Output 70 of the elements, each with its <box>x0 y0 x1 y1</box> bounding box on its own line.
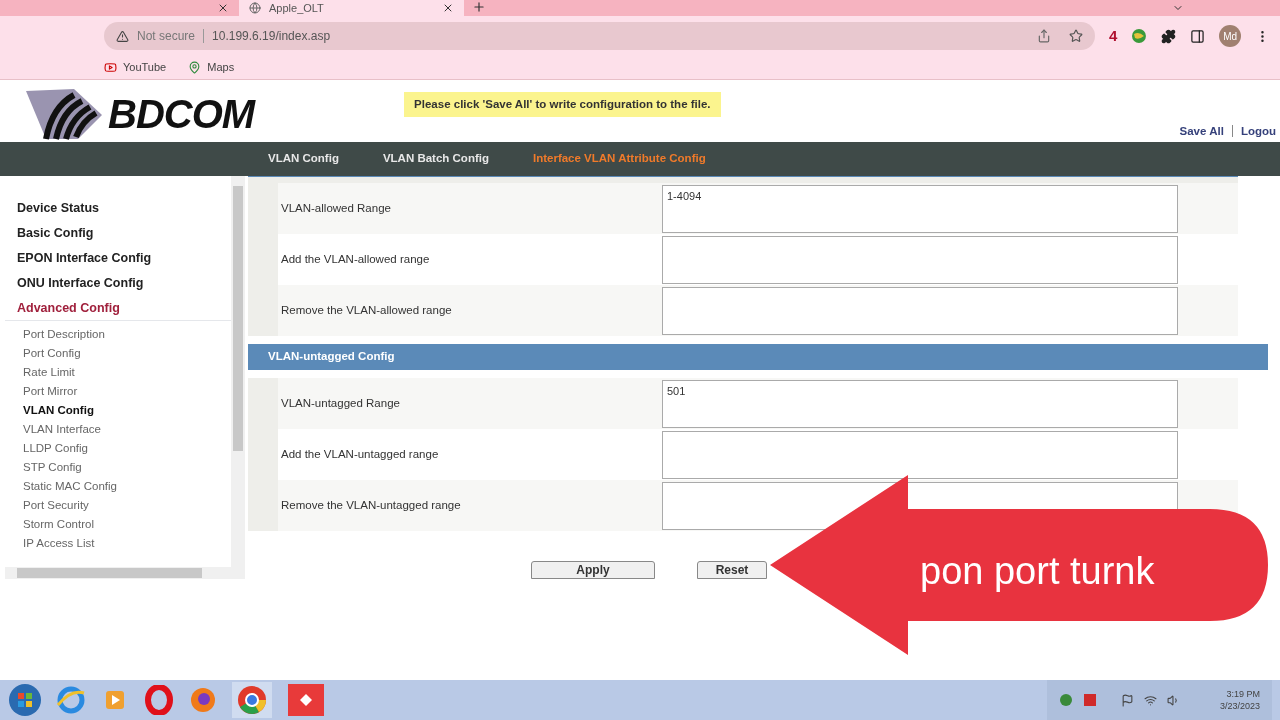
browser-app-icon[interactable] <box>56 685 86 715</box>
map-pin-icon <box>188 61 202 74</box>
field-label: Remove the VLAN-untagged range <box>280 497 462 513</box>
warning-icon <box>116 29 129 43</box>
field-label: Add the VLAN-allowed range <box>280 251 431 267</box>
share-icon[interactable] <box>1037 29 1051 43</box>
globe-icon <box>249 2 261 14</box>
sidebar-item[interactable]: Port Config <box>5 344 231 363</box>
field-label: Add the VLAN-untagged range <box>280 446 440 462</box>
side-panel-icon[interactable] <box>1190 28 1206 44</box>
address-bar[interactable]: Not secure 10.199.6.19/index.asp <box>104 22 1095 50</box>
sidebar-section[interactable]: Basic Config <box>5 221 231 246</box>
sidebar-item[interactable]: IP Access List <box>5 534 231 553</box>
url-text: 10.199.6.19/index.asp <box>212 28 332 45</box>
extensions-icon[interactable] <box>1161 28 1177 44</box>
extension-badge[interactable]: 4 <box>1109 24 1118 48</box>
wifi-icon[interactable] <box>1143 693 1157 707</box>
opera-icon[interactable] <box>144 685 174 715</box>
sidebar-item[interactable]: Static MAC Config <box>5 477 231 496</box>
flag-icon[interactable] <box>1120 693 1134 707</box>
range-textarea[interactable] <box>662 286 1178 335</box>
header-link[interactable]: Logou <box>1240 122 1276 140</box>
horizontal-scrollbar[interactable] <box>5 567 231 579</box>
close-icon[interactable] <box>217 2 229 14</box>
header-link[interactable]: Save All <box>1179 122 1224 140</box>
range-textarea[interactable] <box>662 235 1178 284</box>
sidebar-item[interactable]: Rate Limit <box>5 363 231 382</box>
nav-tab[interactable]: VLAN Batch Config <box>382 150 489 168</box>
sidebar-item[interactable]: Port Description <box>5 325 231 344</box>
remote-app-icon[interactable] <box>286 682 326 718</box>
sidebar-section[interactable]: EPON Interface Config <box>5 246 231 271</box>
avatar[interactable]: Md <box>1219 25 1242 47</box>
clock[interactable]: 3:19 PM 3/23/2023 <box>1219 688 1260 712</box>
firefox-icon[interactable] <box>188 685 218 715</box>
bookmark-link[interactable]: YouTube <box>104 59 167 76</box>
sidebar-section[interactable]: ONU Interface Config <box>5 271 231 296</box>
sidebar-item[interactable]: VLAN Config <box>5 401 231 420</box>
bookmark-link[interactable]: Maps <box>188 59 235 76</box>
star-icon[interactable] <box>1069 29 1083 43</box>
nav-tab[interactable]: VLAN Config <box>268 150 339 168</box>
field-label: Remove the VLAN-allowed range <box>280 302 453 318</box>
range-textarea[interactable]: 501 <box>662 379 1178 428</box>
sidebar-item[interactable]: Storm Control <box>5 515 231 534</box>
callout-text: pon port turnk <box>920 549 1155 594</box>
field-label: VLAN-untagged Range <box>280 395 401 411</box>
globe-extension-icon[interactable] <box>1131 28 1148 44</box>
close-icon[interactable] <box>442 2 454 14</box>
sidebar-item[interactable]: Port Mirror <box>5 382 231 401</box>
sidebar-item[interactable]: VLAN Interface <box>5 420 231 439</box>
form-button[interactable]: Apply <box>531 561 655 579</box>
sidebar-item[interactable]: STP Config <box>5 458 231 477</box>
logo-text: BDCOM <box>108 91 255 138</box>
sidebar-section[interactable]: Device Status <box>5 196 231 221</box>
volume-icon[interactable] <box>1166 693 1180 707</box>
sidebar-item[interactable]: Port Security <box>5 496 231 515</box>
sidebar-item[interactable]: LLDP Config <box>5 439 231 458</box>
form-button[interactable]: Reset <box>697 561 767 579</box>
section-header: VLAN-untagged Config <box>248 344 1268 370</box>
browser-tab[interactable]: Apple_OLT <box>239 0 464 16</box>
range-textarea[interactable]: 1-4094 <box>662 184 1178 233</box>
field-label: VLAN-allowed Range <box>280 200 392 216</box>
save-notice: Please click 'Save All' to write configuration to the file. <box>404 92 721 118</box>
new-tab-icon[interactable] <box>472 0 486 14</box>
scrollbar[interactable] <box>231 176 245 579</box>
nav-tab[interactable]: Interface VLAN Attribute Config <box>532 150 706 168</box>
range-textarea[interactable] <box>662 430 1178 479</box>
chrome-icon[interactable] <box>232 682 272 718</box>
security-label: Not secure <box>137 28 196 45</box>
start-button[interactable] <box>8 683 42 717</box>
video-icon <box>104 61 117 74</box>
